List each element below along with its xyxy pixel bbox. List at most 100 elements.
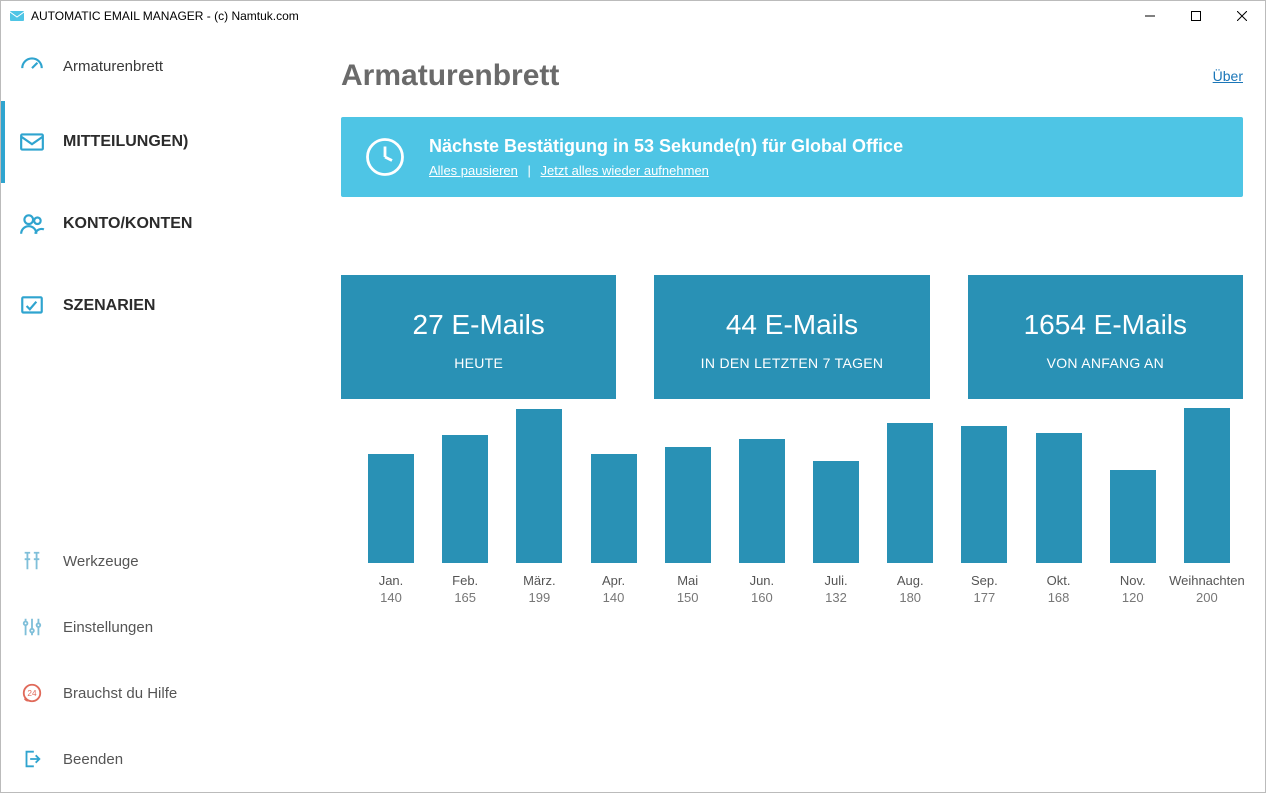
sidebar-item-label: Beenden: [63, 751, 123, 768]
bar-col: Feb. 165: [429, 435, 501, 605]
bar-col: März. 199: [503, 409, 575, 605]
sidebar-item-messages[interactable]: MITTEILUNGEN): [1, 101, 301, 183]
bar-col: Weihnachten 200: [1171, 408, 1243, 605]
bar-col: Jan. 140: [355, 454, 427, 605]
resume-all-link[interactable]: Jetzt alles wieder aufnehmen: [541, 163, 709, 178]
stat-sub: HEUTE: [351, 355, 606, 371]
bar-col: Mai 150: [652, 447, 724, 605]
month-chart: Jan. 140 Feb. 165 März. 199 Apr. 140 Mai 150 Jun. 1…: [341, 445, 1243, 605]
sidebar-item-exit[interactable]: Beenden: [1, 726, 301, 792]
bar-value: 200: [1196, 590, 1218, 605]
bar-value: 180: [899, 590, 921, 605]
bar: [665, 447, 711, 563]
sidebar-item-label: KONTO/KONTEN: [63, 215, 192, 233]
close-button[interactable]: [1219, 1, 1265, 31]
bar-value: 160: [751, 590, 773, 605]
stat-sub: IN DEN LETZTEN 7 TAGEN: [664, 355, 919, 371]
bar-col: Sep. 177: [948, 426, 1020, 605]
bar: [887, 423, 933, 563]
pause-all-link[interactable]: Alles pausieren: [429, 163, 518, 178]
bar: [368, 454, 414, 563]
sidebar: Armaturenbrett MITTEILUNGEN) KONTO/K: [1, 31, 301, 792]
svg-text:24: 24: [27, 689, 37, 698]
bar: [739, 439, 785, 563]
sidebar-item-label: MITTEILUNGEN): [63, 133, 188, 151]
app-icon: [9, 8, 25, 24]
stat-cards: 27 E-Mails HEUTE 44 E-Mails IN DEN LETZT…: [341, 275, 1243, 399]
sliders-icon: [19, 614, 45, 640]
users-icon: [19, 211, 45, 237]
stat-big: 27 E-Mails: [351, 309, 606, 341]
maximize-button[interactable]: [1173, 1, 1219, 31]
bar-label: Aug.: [897, 573, 924, 588]
bar-label: Sep.: [971, 573, 998, 588]
bar-value: 132: [825, 590, 847, 605]
sidebar-item-dashboard[interactable]: Armaturenbrett: [1, 31, 301, 101]
main-content: Armaturenbrett Über Nächste Bestätigung …: [301, 31, 1265, 792]
stat-big: 1654 E-Mails: [978, 309, 1233, 341]
tools-icon: [19, 548, 45, 574]
sidebar-item-settings[interactable]: Einstellungen: [1, 594, 301, 660]
bar-label: Feb.: [452, 573, 478, 588]
gauge-icon: [19, 53, 45, 79]
bar-value: 177: [974, 590, 996, 605]
stat-card-today: 27 E-Mails HEUTE: [341, 275, 616, 399]
envelope-icon: [19, 129, 45, 155]
bar: [1184, 408, 1230, 563]
bar: [813, 461, 859, 563]
sidebar-item-label: Armaturenbrett: [63, 58, 163, 75]
bar-label: Jun.: [750, 573, 775, 588]
bar-value: 120: [1122, 590, 1144, 605]
bar: [1110, 470, 1156, 563]
bar-col: Juli. 132: [800, 461, 872, 605]
bar: [591, 454, 637, 563]
bar-col: Aug. 180: [874, 423, 946, 605]
page-title: Armaturenbrett: [341, 59, 559, 93]
sidebar-item-label: Brauchst du Hilfe: [63, 685, 177, 702]
window-title: AUTOMATIC EMAIL MANAGER - (c) Namtuk.com: [31, 9, 299, 23]
stat-card-alltime: 1654 E-Mails VON ANFANG AN: [968, 275, 1243, 399]
sidebar-item-label: Werkzeuge: [63, 553, 139, 570]
bar-value: 140: [603, 590, 625, 605]
bar-col: Okt. 168: [1023, 433, 1095, 605]
separator: |: [528, 163, 531, 178]
bar-label: Apr.: [602, 573, 625, 588]
minimize-button[interactable]: [1127, 1, 1173, 31]
stat-sub: VON ANFANG AN: [978, 355, 1233, 371]
bar: [442, 435, 488, 563]
stat-big: 44 E-Mails: [664, 309, 919, 341]
bar-label: Juli.: [824, 573, 847, 588]
help-phone-icon: 24: [19, 680, 45, 706]
bar-label: Okt.: [1047, 573, 1071, 588]
bar-label: Weihnachten: [1169, 573, 1245, 588]
about-link[interactable]: Über: [1213, 68, 1243, 84]
bar-label: Mai: [677, 573, 698, 588]
bar-label: Nov.: [1120, 573, 1146, 588]
sidebar-item-accounts[interactable]: KONTO/KONTEN: [1, 183, 301, 265]
sidebar-item-label: Einstellungen: [63, 619, 153, 636]
bar: [1036, 433, 1082, 563]
scenario-icon: [19, 293, 45, 319]
banner-title: Nächste Bestätigung in 53 Sekunde(n) für…: [429, 136, 903, 157]
bar-value: 150: [677, 590, 699, 605]
sidebar-item-help[interactable]: 24 Brauchst du Hilfe: [1, 660, 301, 726]
bar-value: 140: [380, 590, 402, 605]
titlebar: AUTOMATIC EMAIL MANAGER - (c) Namtuk.com: [1, 1, 1265, 31]
stat-card-week: 44 E-Mails IN DEN LETZTEN 7 TAGEN: [654, 275, 929, 399]
bar-label: März.: [523, 573, 556, 588]
bar-label: Jan.: [379, 573, 404, 588]
exit-icon: [19, 746, 45, 772]
bar: [961, 426, 1007, 563]
bar-value: 165: [454, 590, 476, 605]
bar-value: 168: [1048, 590, 1070, 605]
status-banner: Nächste Bestätigung in 53 Sekunde(n) für…: [341, 117, 1243, 197]
sidebar-item-scenarios[interactable]: SZENARIEN: [1, 265, 301, 347]
bar-col: Apr. 140: [578, 454, 650, 605]
bar-value: 199: [528, 590, 550, 605]
bar-col: Jun. 160: [726, 439, 798, 605]
clock-icon: [363, 135, 407, 179]
bar: [516, 409, 562, 563]
sidebar-item-label: SZENARIEN: [63, 297, 155, 315]
sidebar-item-tools[interactable]: Werkzeuge: [1, 528, 301, 594]
bar-col: Nov. 120: [1097, 470, 1169, 605]
